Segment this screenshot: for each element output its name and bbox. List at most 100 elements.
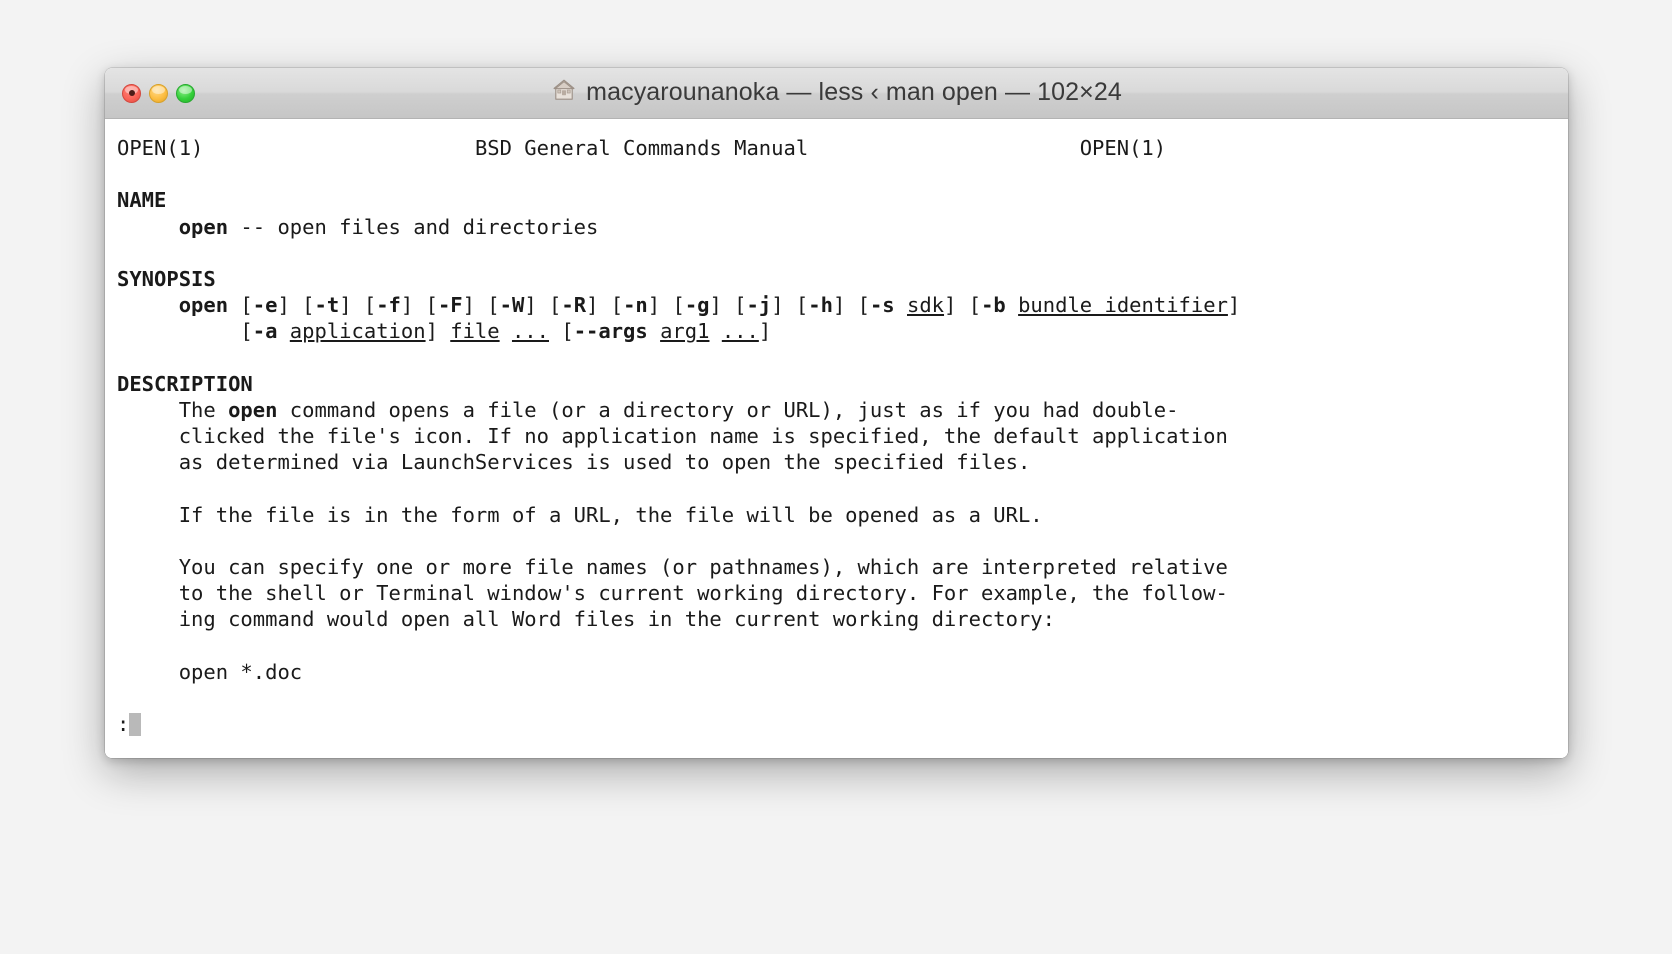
zoom-button[interactable] [176, 83, 195, 103]
terminal-text: You can specify one or more file names (… [117, 555, 1228, 579]
terminal-text: ] [ [709, 293, 747, 318]
terminal-cursor [129, 713, 142, 737]
terminal-text: If the file is in the form of a URL, the… [117, 502, 1043, 527]
less-prompt-symbol: : [117, 712, 130, 737]
terminal-underlined-text: file [450, 319, 500, 344]
terminal-text: open *.doc [117, 659, 303, 684]
window-titlebar[interactable]: macyarounanoka — less ‹ man open — 102×2… [105, 68, 1568, 119]
terminal-window[interactable]: macyarounanoka — less ‹ man open — 102×2… [105, 68, 1568, 758]
window-title: macyarounanoka — less ‹ man open — 102×2… [586, 78, 1122, 106]
terminal-line: to the shell or Terminal window's curren… [117, 580, 1568, 606]
terminal-text: ] [ [586, 293, 624, 318]
terminal-text: clicked the file's icon. If no applicati… [117, 424, 1228, 449]
terminal-text: ] [1227, 293, 1241, 318]
terminal-text: [ [228, 293, 253, 318]
terminal-line: ing command would open all Word files in… [117, 606, 1568, 632]
terminal-text: ] [425, 319, 451, 344]
terminal-line: DESCRIPTION [117, 371, 1568, 397]
terminal-text: ] [ [524, 293, 562, 318]
terminal-line: NAME [117, 187, 1568, 213]
terminal-text: command opens a file (or a directory or … [277, 397, 1179, 422]
terminal-bold-text: -R [561, 293, 587, 318]
terminal-text: ] [ [462, 293, 500, 318]
terminal-bold-text: -n [623, 293, 648, 318]
house-icon [551, 77, 577, 108]
terminal-bold-text: DESCRIPTION [117, 371, 253, 396]
terminal-text: ing command would open all Word files in… [117, 607, 1055, 632]
terminal-bold-text: -g [684, 293, 710, 318]
terminal-text: OPEN(1) [1079, 136, 1167, 160]
terminal-line: If the file is in the form of a URL, the… [117, 502, 1568, 528]
terminal-bold-text: -j [746, 293, 772, 318]
terminal-bold-text: open [178, 293, 229, 318]
terminal-text: OPEN(1) [117, 136, 204, 160]
terminal-text: BSD General Commands Manual [474, 136, 809, 160]
terminal-text: as determined via LaunchServices is used… [117, 450, 1031, 475]
terminal-text: ] [ [771, 293, 809, 318]
terminal-text: [ [549, 319, 574, 344]
terminal-text: ] [ [277, 293, 315, 318]
terminal-bold-text: -b [981, 293, 1006, 318]
terminal-line: You can specify one or more file names (… [117, 554, 1568, 580]
terminal-text: [ [117, 319, 253, 344]
terminal-underlined-text: arg1 [660, 319, 710, 344]
window-controls [122, 68, 195, 118]
terminal-bold-text: open [228, 397, 278, 422]
terminal-underlined-text: sdk [907, 293, 945, 318]
terminal-bold-text: SYNOPSIS [117, 266, 216, 291]
terminal-line: The open command opens a file (or a dire… [117, 397, 1568, 423]
terminal-text: The [117, 397, 229, 422]
terminal-text: ] [ [832, 293, 870, 318]
window-title-group: macyarounanoka — less ‹ man open — 102×2… [551, 77, 1122, 109]
terminal-bold-text: --args [573, 319, 648, 344]
terminal-line: clicked the file's icon. If no applicati… [117, 423, 1568, 449]
terminal-bold-text: NAME [117, 188, 167, 213]
terminal-text: ] [ [944, 293, 982, 318]
terminal-bold-text: -e [252, 293, 278, 318]
terminal-underlined-text: ... [511, 319, 549, 344]
terminal-bold-text: -t [314, 293, 340, 318]
terminal-bold-text: -s [869, 293, 895, 318]
terminal-text: ] [758, 319, 772, 344]
terminal-content[interactable]: OPEN(1) BSD General Commands Manual OPEN… [105, 119, 1568, 758]
terminal-bold-text: -F [437, 293, 463, 318]
terminal-line: open *.doc [117, 659, 1568, 685]
terminal-bold-text: -f [376, 293, 401, 318]
terminal-underlined-text: bundle identifier [1018, 293, 1228, 318]
close-icon [128, 90, 135, 96]
close-button[interactable] [122, 83, 141, 103]
terminal-text: to the shell or Terminal window's curren… [117, 581, 1228, 606]
terminal-line: OPEN(1) BSD General Commands Manual OPEN… [117, 135, 1568, 161]
terminal-underlined-text: application [289, 319, 426, 344]
terminal-underlined-text: ... [721, 319, 759, 344]
minimize-button[interactable] [149, 83, 168, 103]
terminal-line: open [-e] [-t] [-f] [-F] [-W] [-R] [-n] … [117, 292, 1568, 318]
less-prompt-line[interactable]: : [117, 711, 1568, 737]
terminal-line: open -- open files and directories [117, 214, 1568, 240]
terminal-text: ] [ [339, 293, 377, 318]
desktop-background: macyarounanoka — less ‹ man open — 102×2… [0, 0, 1672, 954]
terminal-text: ] [ [647, 293, 685, 318]
terminal-bold-text: open [178, 214, 229, 239]
terminal-line: SYNOPSIS [117, 266, 1568, 292]
terminal-bold-text: -a [252, 319, 278, 344]
terminal-line: [-a application] file ... [--args arg1 .… [117, 318, 1568, 344]
terminal-text: ] [ [400, 293, 438, 318]
